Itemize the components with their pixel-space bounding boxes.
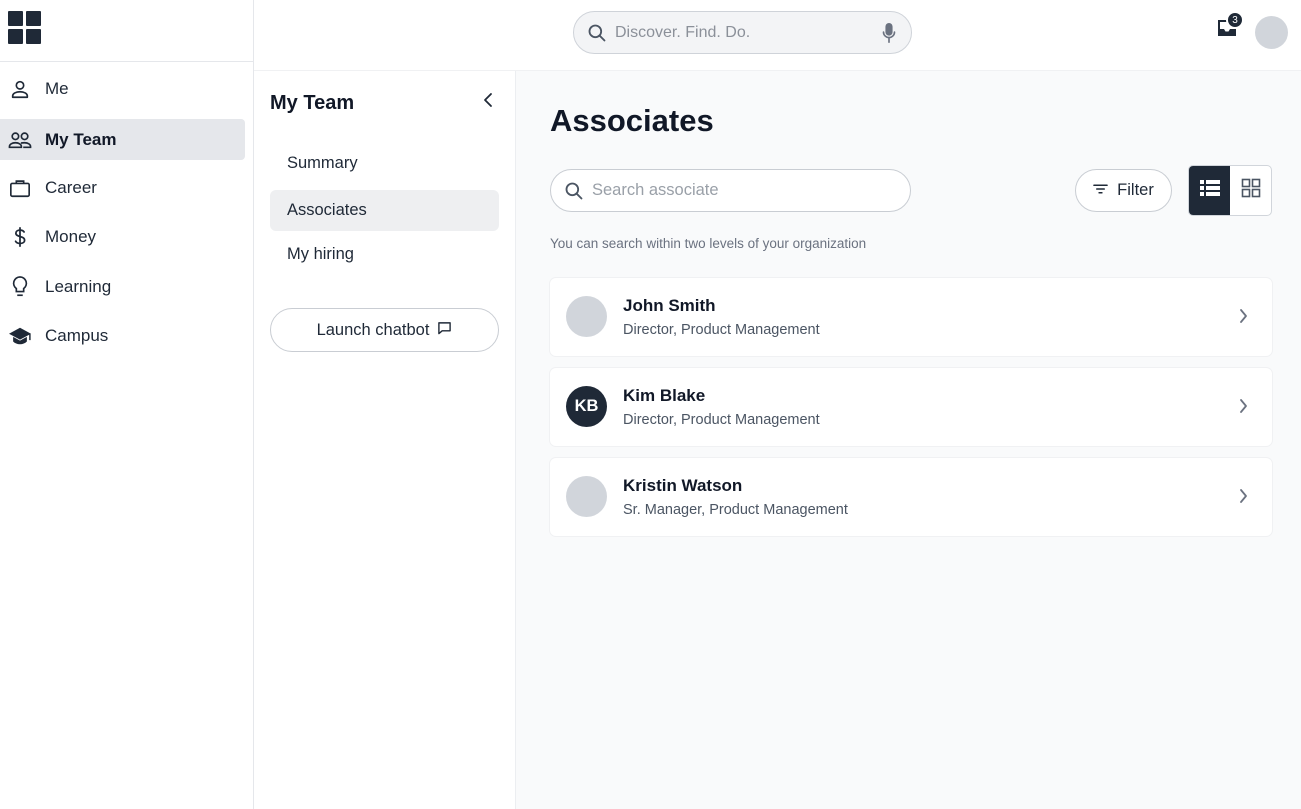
main-sidebar: Me My Team Career Money Learning Campus	[0, 0, 254, 809]
subnav-item-summary[interactable]: Summary	[270, 143, 499, 184]
global-search-placeholder: Discover. Find. Do.	[615, 23, 751, 41]
associate-role: Sr. Manager, Product Management	[623, 502, 848, 518]
chevron-right-icon	[1239, 308, 1248, 329]
launch-chatbot-label: Launch chatbot	[316, 320, 430, 339]
notification-badge: 3	[1226, 11, 1244, 29]
associate-role: Director, Product Management	[623, 322, 820, 338]
team-icon	[8, 128, 32, 152]
subnav-item-label: Associates	[287, 201, 367, 219]
sidebar-item-label: Learning	[45, 276, 112, 296]
subnav-item-associates[interactable]: Associates	[270, 190, 499, 231]
graduation-cap-icon	[8, 324, 32, 348]
list-view-icon	[1199, 180, 1220, 201]
logo-area	[0, 0, 253, 62]
grid-view-icon	[1241, 178, 1261, 203]
sidebar-item-learning[interactable]: Learning	[0, 266, 245, 307]
associate-card[interactable]: John Smith Director, Product Management	[550, 278, 1272, 356]
view-toggle	[1188, 165, 1272, 216]
search-icon	[564, 181, 584, 206]
main-content: Associates Filter You can search within …	[516, 71, 1301, 809]
secondary-nav: My Team Summary Associates My hiring Lau…	[254, 71, 516, 809]
associate-search-field[interactable]	[550, 169, 911, 212]
search-hint: You can search within two levels of your…	[550, 236, 867, 251]
launch-chatbot-button[interactable]: Launch chatbot	[270, 308, 499, 352]
filter-label: Filter	[1117, 181, 1154, 199]
sidebar-item-label: My Team	[45, 129, 117, 149]
briefcase-icon	[8, 176, 32, 200]
subnav-title: My Team	[270, 92, 355, 114]
subnav-item-label: My hiring	[287, 245, 354, 263]
associate-name: Kristin Watson	[623, 476, 743, 495]
filter-button[interactable]: Filter	[1075, 169, 1172, 212]
subnav-item-my-hiring[interactable]: My hiring	[270, 234, 499, 275]
chevron-right-icon	[1239, 398, 1248, 419]
sidebar-item-career[interactable]: Career	[0, 167, 245, 208]
sidebar-item-me[interactable]: Me	[0, 68, 245, 109]
sidebar-item-campus[interactable]: Campus	[0, 315, 245, 356]
user-avatar[interactable]	[1255, 16, 1288, 49]
avatar	[566, 476, 607, 517]
global-search-input[interactable]: Discover. Find. Do.	[573, 11, 912, 54]
dollar-icon	[8, 225, 32, 249]
sidebar-item-label: Money	[45, 226, 97, 246]
associate-role: Director, Product Management	[623, 412, 820, 428]
lightbulb-icon	[8, 275, 32, 299]
page-title: Associates	[550, 103, 714, 138]
sidebar-item-label: Me	[45, 78, 69, 98]
associate-search-input[interactable]	[592, 170, 892, 211]
list-view-button[interactable]	[1189, 166, 1230, 215]
app-logo-icon[interactable]	[8, 11, 41, 44]
top-bar: Discover. Find. Do. 3	[254, 0, 1301, 71]
sidebar-item-label: Campus	[45, 325, 109, 345]
associate-card[interactable]: KB Kim Blake Director, Product Managemen…	[550, 368, 1272, 446]
avatar: KB	[566, 386, 607, 427]
search-icon	[587, 23, 607, 48]
chevron-right-icon	[1239, 488, 1248, 509]
avatar	[566, 296, 607, 337]
sidebar-item-my-team[interactable]: My Team	[0, 119, 245, 160]
grid-view-button[interactable]	[1230, 166, 1271, 215]
collapse-chevron-icon[interactable]	[479, 89, 497, 111]
sidebar-item-label: Career	[45, 177, 97, 197]
filter-icon	[1093, 181, 1108, 200]
associate-card[interactable]: Kristin Watson Sr. Manager, Product Mana…	[550, 458, 1272, 536]
sidebar-item-money[interactable]: Money	[0, 216, 245, 257]
microphone-icon[interactable]	[881, 22, 897, 49]
associate-name: Kim Blake	[623, 386, 706, 405]
associate-name: John Smith	[623, 296, 716, 315]
person-icon	[8, 77, 32, 101]
subnav-item-label: Summary	[287, 154, 358, 172]
chat-bubble-icon	[437, 321, 452, 340]
